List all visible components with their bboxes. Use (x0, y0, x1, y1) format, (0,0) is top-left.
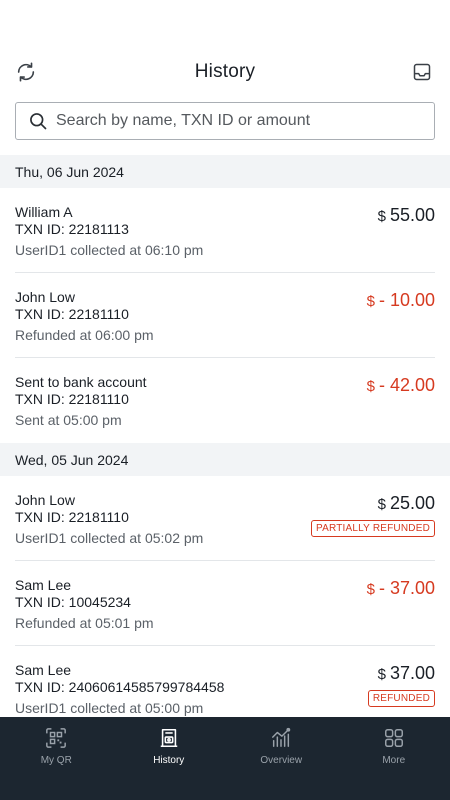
tab-history[interactable]: History (113, 717, 226, 800)
currency-symbol: $ (366, 378, 375, 395)
amount-value: - 42.00 (378, 375, 435, 395)
txn-name: Sent to bank account (15, 374, 147, 390)
amount-value: 37.00 (389, 663, 435, 683)
currency-symbol: $ (377, 666, 386, 683)
txn-amount: $55.00 (378, 205, 435, 226)
receipt-icon (157, 726, 181, 750)
amount-value: - 10.00 (378, 290, 435, 310)
txn-id: TXN ID: 22181110 (15, 306, 129, 322)
currency-symbol: $ (366, 293, 375, 310)
currency-symbol: $ (366, 581, 375, 598)
txn-status: UserID1 collected at 05:00 pm (15, 700, 204, 716)
amount-value: 55.00 (389, 205, 435, 225)
tab-overview[interactable]: Overview (225, 717, 338, 800)
grid-icon (382, 726, 406, 750)
txn-id: TXN ID: 22181110 (15, 391, 129, 407)
currency-symbol: $ (377, 496, 386, 513)
search-icon (28, 111, 48, 131)
partially-refunded-badge: PARTIALLY REFUNDED (310, 520, 435, 537)
app-header: History (0, 0, 450, 100)
tab-label: My QR (40, 755, 72, 766)
txn-name: Sam Lee (15, 577, 72, 593)
txn-status: UserID1 collected at 06:10 pm (15, 242, 204, 258)
txn-amount: $ - 42.00 (367, 375, 435, 396)
bottom-tab-bar: My QR History Overview More (0, 717, 450, 800)
txn-status: Refunded at 05:01 pm (15, 615, 154, 631)
date-header: Wed, 05 Jun 2024 (0, 443, 450, 476)
txn-id: TXN ID: 24060614585799784458 (15, 679, 225, 695)
transaction-row[interactable]: Sam Lee TXN ID: 24060614585799784458 Use… (15, 646, 435, 717)
refunded-badge: REFUNDED (367, 690, 435, 707)
txn-name: William A (15, 204, 73, 220)
txn-amount: $37.00 (378, 663, 435, 684)
txn-amount: $ - 37.00 (367, 578, 435, 599)
search-box[interactable] (15, 102, 435, 140)
txn-name: Sam Lee (15, 662, 72, 678)
chart-icon (269, 726, 293, 750)
date-header: Thu, 06 Jun 2024 (0, 155, 450, 188)
txn-id: TXN ID: 10045234 (15, 594, 131, 610)
txn-name: John Low (15, 289, 75, 305)
tab-label: Overview (260, 755, 303, 766)
page-title: History (194, 61, 256, 82)
txn-id: TXN ID: 22181113 (15, 221, 129, 237)
txn-name: John Low (15, 492, 75, 508)
txn-amount: $ - 10.00 (367, 290, 435, 311)
tab-more[interactable]: More (338, 717, 450, 800)
txn-id: TXN ID: 22181110 (15, 509, 129, 525)
txn-amount: $25.00 (378, 493, 435, 514)
txn-status: UserID1 collected at 05:02 pm (15, 530, 204, 546)
transaction-row[interactable]: Sent to bank account TXN ID: 22181110 Se… (15, 358, 435, 443)
tab-label: More (382, 755, 406, 766)
transaction-row[interactable]: John Low TXN ID: 22181110 UserID1 collec… (15, 476, 435, 561)
txn-status: Sent at 05:00 pm (15, 412, 122, 428)
transaction-row[interactable]: Sam Lee TXN ID: 10045234 Refunded at 05:… (15, 561, 435, 646)
transaction-list[interactable]: Thu, 06 Jun 2024 William A TXN ID: 22181… (0, 155, 450, 717)
tab-label: History (153, 755, 185, 766)
inbox-icon[interactable] (410, 60, 434, 84)
qr-code-icon (44, 726, 68, 750)
txn-status: Refunded at 06:00 pm (15, 327, 154, 343)
search-input[interactable] (56, 104, 434, 138)
transaction-row[interactable]: William A TXN ID: 22181113 UserID1 colle… (15, 188, 435, 273)
amount-value: - 37.00 (378, 578, 435, 598)
transaction-row[interactable]: John Low TXN ID: 22181110 Refunded at 06… (15, 273, 435, 358)
currency-symbol: $ (377, 208, 386, 225)
tab-my-qr[interactable]: My QR (0, 717, 113, 800)
amount-value: 25.00 (389, 493, 435, 513)
